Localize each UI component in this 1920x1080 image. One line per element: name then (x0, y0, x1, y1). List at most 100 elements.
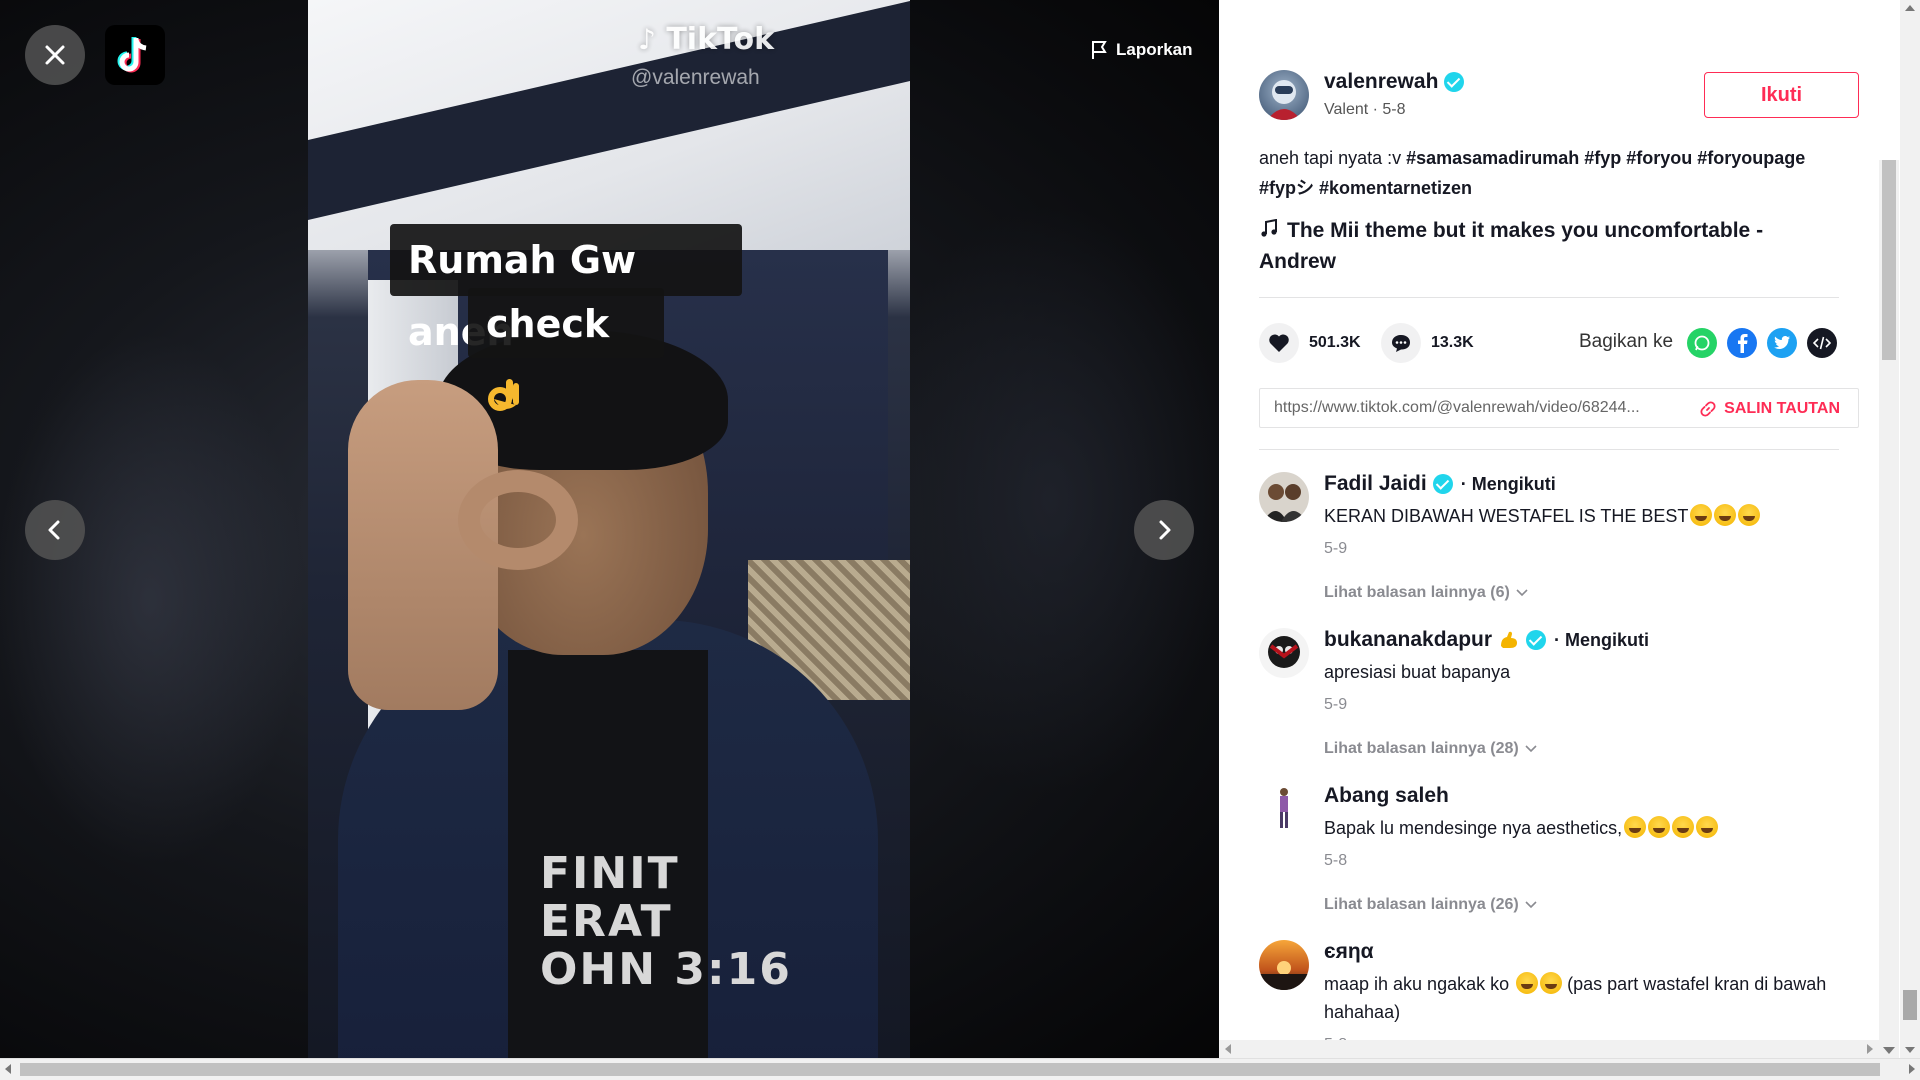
comment-text: apresiasi buat bapanya (1324, 662, 1511, 682)
commenter-avatar[interactable] (1259, 784, 1309, 834)
comment-text-content: KERAN DIBAWAH WESTAFEL IS THE BEST (1324, 506, 1689, 526)
details-panel: valenrewah Valent · 5-8 Ikuti aneh tapi … (1219, 0, 1920, 1058)
view-replies-button[interactable]: Lihat balasan lainnya (6) (1324, 584, 1528, 602)
whatsapp-icon (1694, 335, 1710, 351)
commenter-avatar[interactable] (1259, 940, 1309, 990)
comment-date: 5-8 (1324, 852, 1348, 869)
view-replies-label: Lihat balasan lainnya (28) (1324, 740, 1519, 757)
comment-circle (1381, 323, 1421, 363)
previous-video-button[interactable] (25, 500, 85, 560)
like-count: 501.3K (1309, 334, 1361, 351)
description-text: aneh tapi nyata :v (1259, 148, 1407, 168)
author-username[interactable]: valenrewah (1324, 70, 1465, 94)
page-scrollbar-thumb[interactable] (1903, 990, 1917, 1020)
divider (1259, 449, 1839, 450)
video-viewer: FINIT ERAT OHN 3:16 ♪ TikTok @valenrewah… (0, 0, 1219, 1058)
chevron-down-icon (1525, 901, 1537, 909)
share-twitter-button[interactable] (1767, 328, 1797, 358)
tiktok-video-page: FINIT ERAT OHN 3:16 ♪ TikTok @valenrewah… (0, 0, 1920, 1080)
commenter-name[interactable]: єяηα (1324, 940, 1374, 964)
commenter-avatar-image (1259, 628, 1309, 678)
page-scroll-left-arrow-icon[interactable] (5, 1064, 11, 1074)
scroll-down-arrow-icon[interactable] (1883, 1047, 1895, 1054)
post-date: 5-8 (1382, 101, 1406, 118)
hashtags-line2[interactable]: #fypシ #komentarnetizen (1259, 178, 1472, 198)
report-button[interactable]: Laporkan (1090, 40, 1193, 60)
comment-date: 5-9 (1324, 540, 1348, 557)
comment-text-content: maap ih aku ngakak ko (1324, 974, 1510, 994)
comment-date: 5-9 (1324, 696, 1348, 713)
hashtags-line1[interactable]: #samasamadirumah #fyp #foryou #foryoupag… (1406, 148, 1805, 168)
caption-check-text: check (486, 302, 610, 346)
share-facebook-button[interactable] (1727, 328, 1757, 358)
video-ok-gesture (458, 470, 578, 570)
video-player[interactable]: FINIT ERAT OHN 3:16 ♪ TikTok @valenrewah (308, 0, 910, 1058)
watermark-username: @valenrewah (631, 66, 760, 89)
music-link[interactable]: The Mii theme but it makes you uncomfort… (1259, 215, 1819, 277)
panel-scrollbar-thumb[interactable] (1882, 160, 1896, 360)
laughing-emoji-icon (1738, 504, 1761, 526)
view-replies-button[interactable]: Lihat balasan lainnya (28) (1324, 740, 1537, 758)
comment-text-content: Bapak lu mendesinge nya aesthetics, (1324, 818, 1623, 838)
scroll-left-arrow-icon[interactable] (1225, 1044, 1231, 1054)
chevron-right-icon (1159, 520, 1171, 540)
embed-code-icon (1813, 336, 1831, 350)
page-scroll-up-arrow-icon[interactable] (1905, 5, 1915, 11)
chevron-left-icon (48, 520, 60, 540)
details-scroll-area[interactable]: valenrewah Valent · 5-8 Ikuti aneh tapi … (1259, 0, 1859, 1040)
music-title: The Mii theme but it makes you uncomfort… (1259, 219, 1764, 273)
flag-icon (1092, 41, 1107, 59)
share-embed-button[interactable] (1807, 328, 1837, 358)
commenter-avatar[interactable] (1259, 628, 1309, 678)
rolling-laughing-emoji-icon (1648, 816, 1671, 838)
follow-button[interactable]: Ikuti (1704, 72, 1859, 118)
share-link-box[interactable]: https://www.tiktok.com/@valenrewah/video… (1259, 388, 1859, 428)
view-replies-label: Lihat balasan lainnya (6) (1324, 584, 1510, 601)
author-subtitle: Valent · 5-8 (1324, 101, 1406, 118)
author-username-text: valenrewah (1324, 70, 1439, 93)
view-replies-label: Lihat balasan lainnya (26) (1324, 896, 1519, 913)
close-icon (45, 45, 65, 65)
comment-icon (1392, 335, 1410, 352)
commenter-name[interactable]: Fadil Jaidi · Mengikuti (1324, 472, 1556, 496)
page-scroll-down-arrow-icon[interactable] (1905, 1047, 1915, 1053)
author-avatar[interactable] (1259, 70, 1309, 120)
like-button[interactable]: 501.3K (1259, 323, 1361, 363)
laughing-emoji-icon (1690, 504, 1713, 526)
share-link-url[interactable]: https://www.tiktok.com/@valenrewah/video… (1274, 399, 1674, 417)
commenter-name[interactable]: Abang saleh (1324, 784, 1449, 808)
page-scroll-right-arrow-icon[interactable] (1909, 1064, 1915, 1074)
commenter-avatar-image (1259, 472, 1309, 522)
page-horizontal-scrollbar[interactable] (0, 1058, 1920, 1080)
share-whatsapp-button[interactable] (1687, 328, 1717, 358)
close-button[interactable] (25, 25, 85, 85)
commenter-name-text: bukananakdapur (1324, 628, 1493, 651)
author-display-name: Valent (1324, 101, 1369, 118)
author-avatar-image (1267, 80, 1301, 120)
commenter-name-text: єяηα (1324, 940, 1374, 963)
divider (1259, 297, 1839, 298)
commenter-name[interactable]: bukananakdapur · Mengikuti (1324, 628, 1649, 652)
chevron-down-icon (1516, 589, 1528, 597)
commenter-name-text: Fadil Jaidi (1324, 472, 1427, 495)
next-video-button[interactable] (1134, 500, 1194, 560)
post-description: aneh tapi nyata :v #samasamadirumah #fyp… (1259, 143, 1859, 203)
twitter-icon (1774, 336, 1790, 349)
scroll-right-arrow-icon[interactable] (1867, 1044, 1873, 1054)
facebook-icon (1738, 334, 1748, 353)
page-horizontal-scrollbar-thumb[interactable] (20, 1063, 1880, 1076)
comment-text: maap ih aku ngakak ko (pas part wastafel… (1324, 970, 1844, 1026)
heart-icon (1269, 334, 1289, 352)
commenter-avatar[interactable] (1259, 472, 1309, 522)
comment-text: Bapak lu mendesinge nya aesthetics, (1324, 814, 1844, 842)
copy-link-button[interactable]: SALIN TAUTAN (1700, 389, 1840, 429)
panel-vertical-scrollbar[interactable] (1879, 160, 1899, 1058)
page-vertical-scrollbar[interactable] (1900, 0, 1920, 1058)
panel-horizontal-scrollbar[interactable] (1219, 1040, 1879, 1058)
view-replies-button[interactable]: Lihat balasan lainnya (26) (1324, 896, 1537, 914)
grinning-squinting-emoji-icon (1516, 972, 1539, 994)
comment-button[interactable]: 13.3K (1381, 323, 1474, 363)
comment-count: 13.3K (1431, 334, 1474, 351)
rolling-laughing-emoji-icon (1540, 972, 1563, 994)
tiktok-home-button[interactable] (105, 25, 165, 85)
